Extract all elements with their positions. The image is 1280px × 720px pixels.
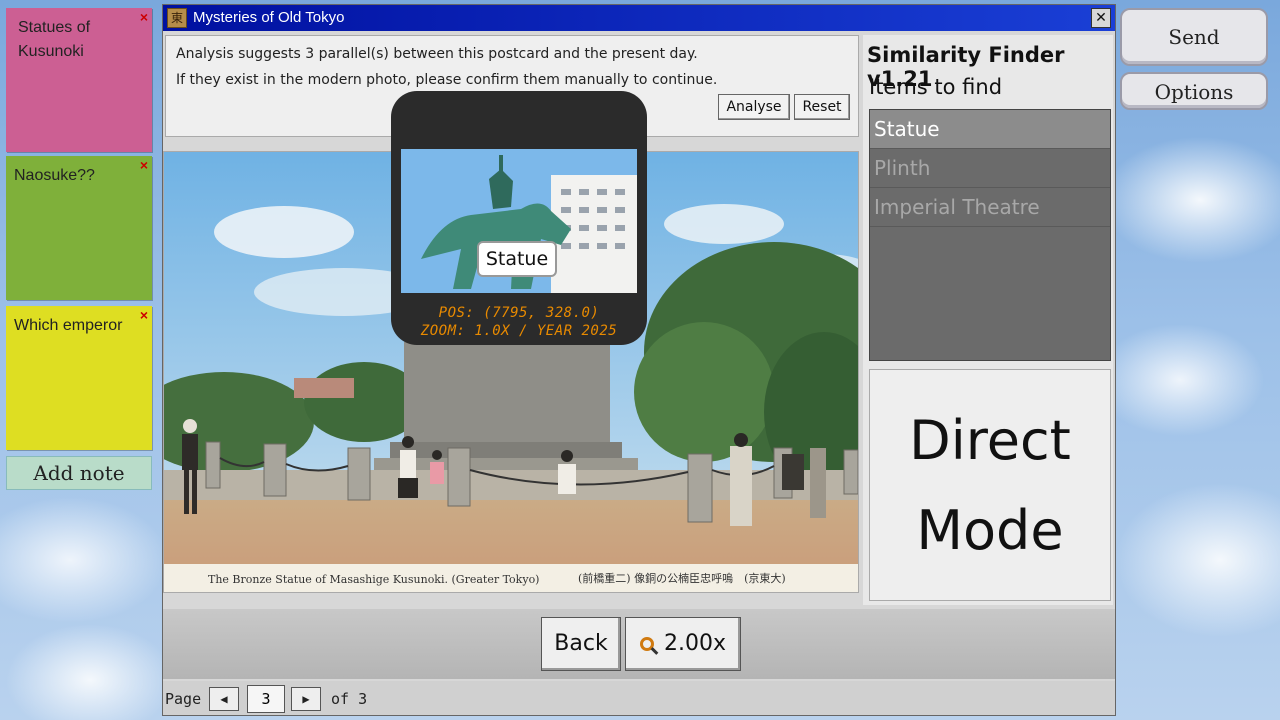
app-icon: 東: [167, 8, 187, 28]
analysis-message: Analysis suggests 3 parallel(s) between …: [176, 46, 698, 62]
send-feedback-button[interactable]: Send Feedback: [1120, 8, 1268, 103]
main-window: 東 Mysteries of Old Tokyo ✕ Analysis sugg…: [162, 4, 1116, 716]
page-total: of 3: [331, 690, 368, 708]
postcard-caption-en: The Bronze Statue of Masashige Kusunoki.…: [208, 573, 540, 586]
direct-mode-toggle[interactable]: Direct Mode: [869, 369, 1111, 601]
finder-item-plinth[interactable]: Plinth: [870, 149, 1110, 188]
page-label: Page: [165, 690, 202, 708]
items-to-find-list: Statue Plinth Imperial Theatre: [869, 109, 1111, 361]
analysis-instruction: If they exist in the modern photo, pleas…: [176, 72, 718, 88]
modern-photo-popup: Statue POS: (7795, 328.0) ZOOM: 1.0X / Y…: [391, 91, 647, 345]
options-button[interactable]: Options: [1120, 72, 1268, 110]
analyse-button[interactable]: Analyse: [718, 94, 790, 120]
title-bar[interactable]: 東 Mysteries of Old Tokyo ✕: [163, 5, 1115, 31]
finder-item-imperial-theatre[interactable]: Imperial Theatre: [870, 188, 1110, 227]
bottom-toolbar: Back 2.00x: [163, 609, 1115, 679]
magnifier-icon: [639, 637, 654, 651]
note-text: Which emperor: [14, 317, 123, 334]
next-page-button[interactable]: ▶: [291, 687, 321, 711]
prev-page-button[interactable]: ◀: [209, 687, 239, 711]
note-close-icon[interactable]: ×: [140, 308, 148, 322]
sticky-note-1[interactable]: Statues of Kusunoki ×: [6, 8, 152, 152]
pager: Page ◀ ▶ of 3: [163, 681, 1115, 715]
note-text: Naosuke??: [14, 167, 95, 184]
reset-button[interactable]: Reset: [794, 94, 850, 120]
note-close-icon[interactable]: ×: [140, 10, 148, 24]
postcard-caption-jp: (前橋重二) 像銅の公楠臣忠呼嗚 (京東大): [578, 572, 786, 585]
zoom-year-readout: ZOOM: 1.0X / YEAR 2025: [420, 323, 618, 339]
mode-line-1: Direct: [909, 409, 1071, 472]
sticky-note-2[interactable]: Naosuke?? ×: [6, 156, 152, 300]
note-close-icon[interactable]: ×: [140, 158, 148, 172]
zoom-button[interactable]: 2.00x: [625, 617, 741, 671]
note-text: Statues of Kusunoki: [18, 19, 91, 60]
window-title: Mysteries of Old Tokyo: [193, 9, 345, 26]
position-readout: POS: (7795, 328.0): [438, 305, 600, 321]
similarity-finder-panel: Similarity Finder v1.21 Items to find St…: [863, 35, 1113, 605]
finder-item-statue[interactable]: Statue: [870, 110, 1110, 149]
zoom-level: 2.00x: [663, 631, 726, 656]
sticky-note-3[interactable]: Which emperor ×: [6, 306, 152, 450]
finder-subtitle: Items to find: [869, 75, 1003, 99]
add-note-button[interactable]: Add note: [6, 456, 152, 490]
popup-label-statue: Statue: [477, 241, 557, 277]
back-button[interactable]: Back: [541, 617, 621, 671]
close-window-button[interactable]: ✕: [1091, 8, 1111, 28]
page-number-input[interactable]: [247, 685, 285, 713]
mode-line-2: Mode: [916, 499, 1064, 562]
postcard-caption-strip: The Bronze Statue of Masashige Kusunoki.…: [164, 564, 858, 592]
